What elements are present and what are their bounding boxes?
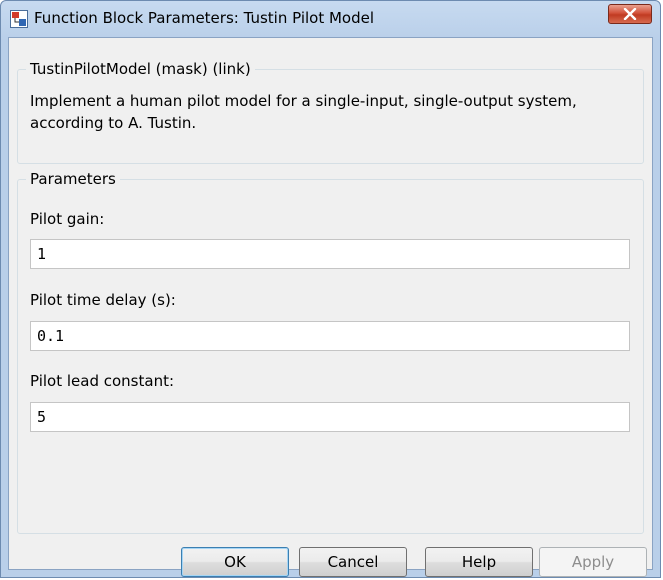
dialog-window: Function Block Parameters: Tustin Pilot … — [0, 0, 661, 578]
pilot-lead-constant-field[interactable] — [30, 402, 630, 432]
help-button[interactable]: Help — [425, 547, 533, 577]
block-description: Implement a human pilot model for a sing… — [30, 92, 577, 132]
dialog-content: TustinPilotModel (mask) (link) Implement… — [8, 37, 653, 577]
pilot-time-delay-field[interactable] — [30, 321, 630, 351]
ok-button[interactable]: OK — [181, 547, 289, 577]
pilot-gain-field[interactable] — [30, 239, 630, 269]
simulink-block-icon — [10, 10, 28, 28]
window-title: Function Block Parameters: Tustin Pilot … — [34, 9, 375, 27]
close-button[interactable] — [608, 4, 652, 24]
apply-button[interactable]: Apply — [539, 547, 647, 577]
cancel-button[interactable]: Cancel — [299, 547, 407, 577]
pilot-gain-label: Pilot gain: — [30, 210, 105, 228]
pilot-time-delay-label: Pilot time delay (s): — [30, 291, 176, 309]
title-bar[interactable]: Function Block Parameters: Tustin Pilot … — [1, 1, 660, 37]
close-icon — [623, 5, 637, 24]
parameters-group: Parameters Pilot gain: Pilot time delay … — [17, 170, 644, 534]
block-description-group: TustinPilotModel (mask) (link) Implement… — [17, 60, 644, 164]
block-header: TustinPilotModel (mask) (link) — [26, 60, 255, 78]
parameters-legend: Parameters — [26, 170, 120, 188]
pilot-lead-constant-label: Pilot lead constant: — [30, 372, 175, 390]
